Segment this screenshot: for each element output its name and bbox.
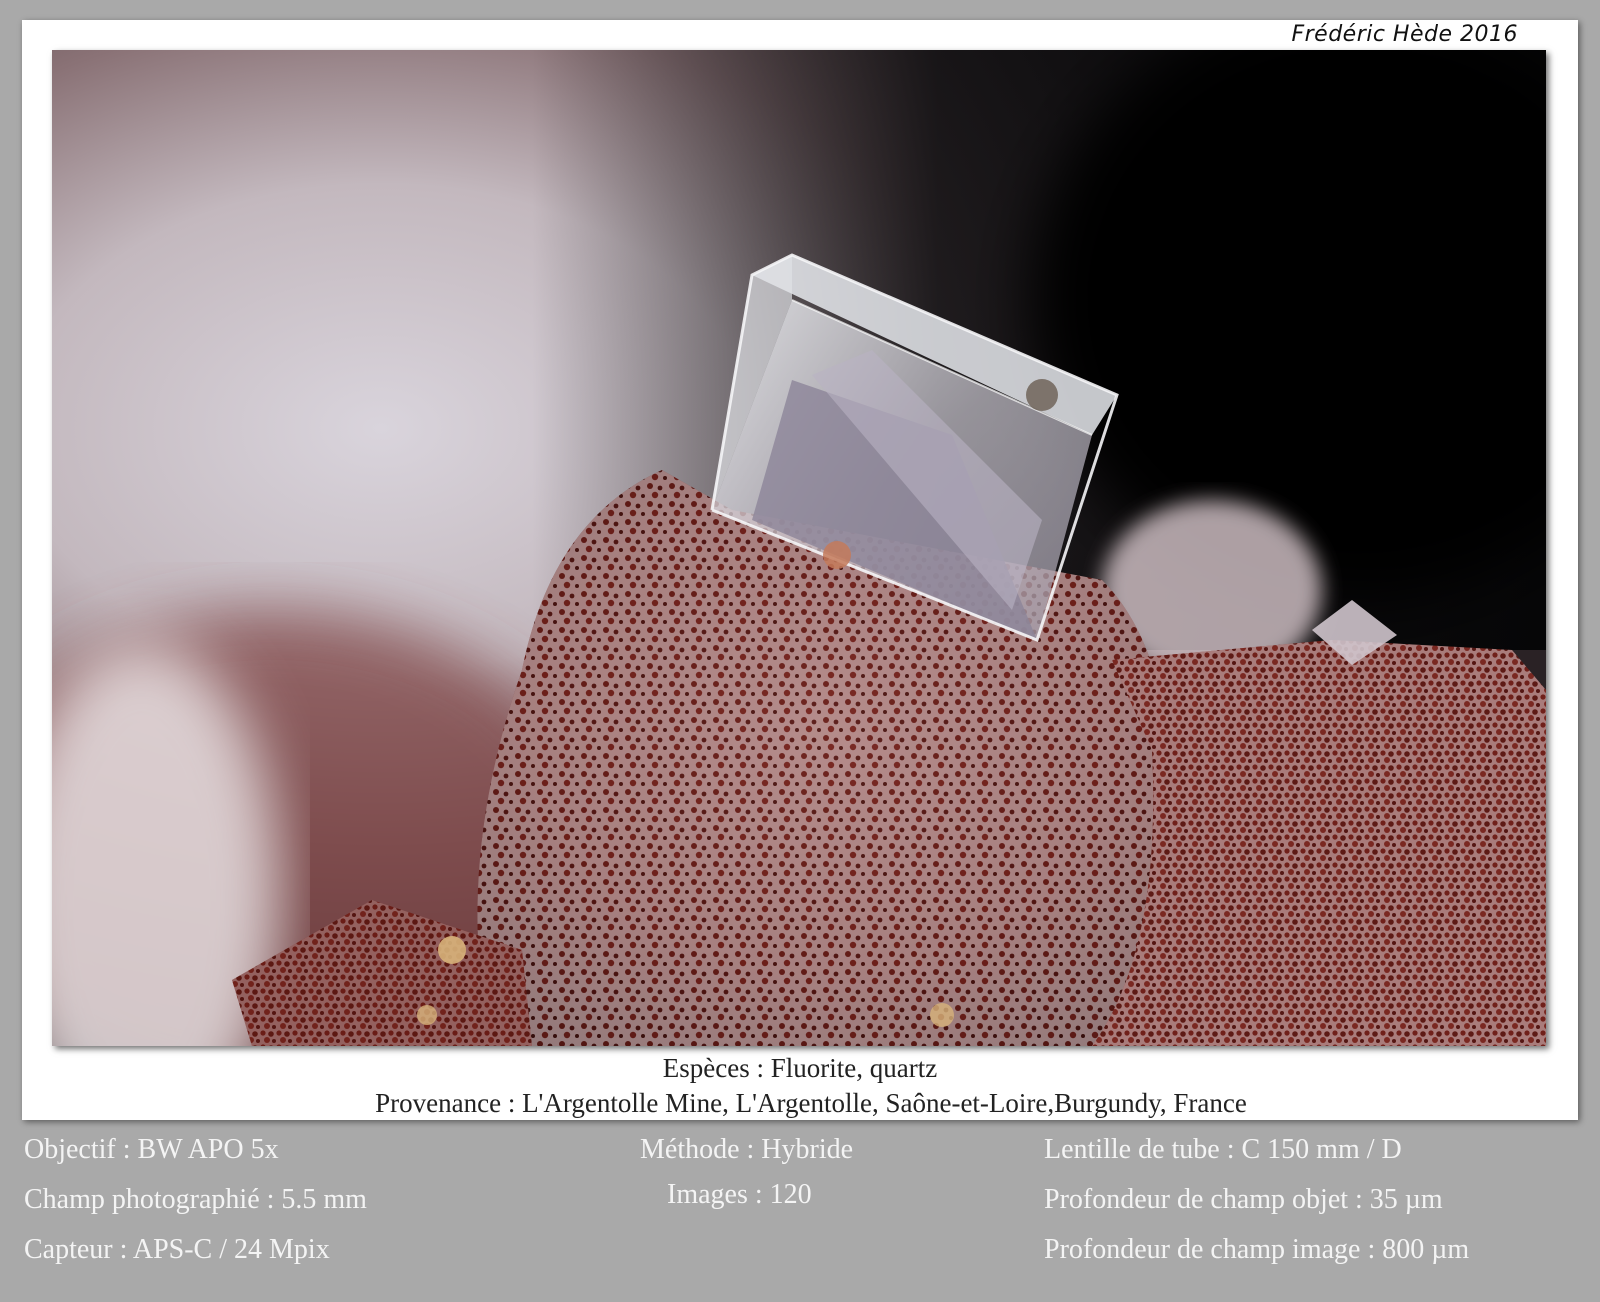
meta-method: Méthode : Hybride bbox=[640, 1134, 854, 1165]
meta-image-dof: Profondeur de champ image : 800 µm bbox=[1044, 1234, 1470, 1265]
mineral-photo bbox=[52, 50, 1546, 1046]
meta-field-of-view: Champ photographié : 5.5 mm bbox=[24, 1184, 367, 1215]
meta-objective: Objectif : BW APO 5x bbox=[24, 1134, 279, 1165]
meta-image-count: Images : 120 bbox=[667, 1179, 812, 1210]
provenance-caption: Provenance : L'Argentolle Mine, L'Argent… bbox=[375, 1088, 1247, 1118]
meta-object-dof: Profondeur de champ objet : 35 µm bbox=[1044, 1184, 1443, 1215]
species-caption: Espèces : Fluorite, quartz bbox=[662, 1053, 938, 1083]
mineral-photo-illustration bbox=[52, 50, 1546, 1046]
meta-tube-lens: Lentille de tube : C 150 mm / D bbox=[1044, 1134, 1402, 1165]
meta-sensor: Capteur : APS-C / 24 Mpix bbox=[24, 1234, 330, 1265]
photographer-credit: Frédéric Hède 2016 bbox=[1291, 22, 1518, 47]
photo-card: Frédéric Hède 2016 Espèces: Fluorite, q… bbox=[22, 20, 1578, 1120]
